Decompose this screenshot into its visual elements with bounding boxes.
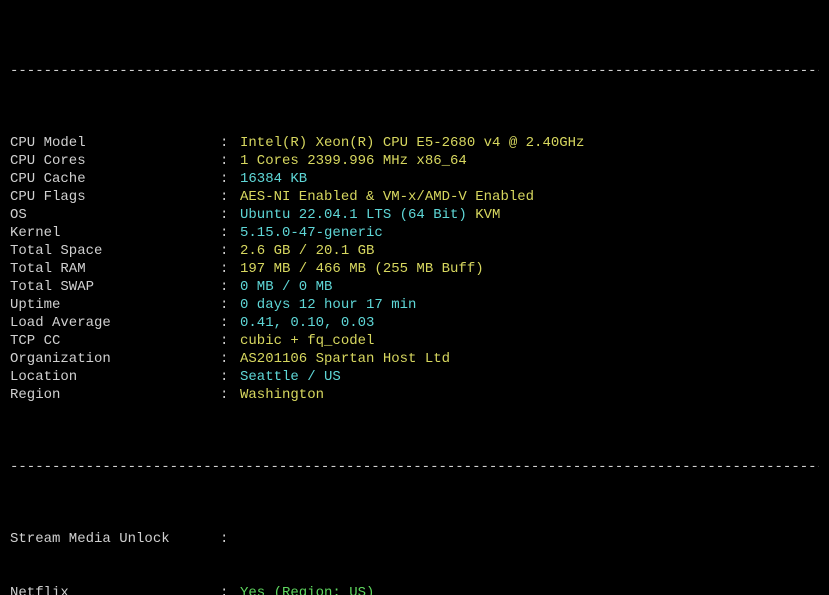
sysinfo-row: TCP CC: cubic + fq_codel [10,332,819,350]
sysinfo-label: Total RAM [10,260,220,278]
colon: : [220,314,240,332]
sysinfo-value: cubic + fq_codel [240,332,374,350]
colon: : [220,368,240,386]
sysinfo-row: Load Average: 0.41, 0.10, 0.03 [10,314,819,332]
sysinfo-row: Total Space: 2.6 GB / 20.1 GB [10,242,819,260]
colon: : [220,332,240,350]
sysinfo-row: Organization: AS201106 Spartan Host Ltd [10,350,819,368]
sysinfo-value-part: Ubuntu 22.04.1 LTS (64 Bit) [240,206,475,224]
sysinfo-value: 16384 KB [240,170,307,188]
colon: : [220,134,240,152]
sysinfo-row: Total SWAP: 0 MB / 0 MB [10,278,819,296]
sysinfo-value: 1 Cores 2399.996 MHz x86_64 [240,152,467,170]
sysinfo-label: Total Space [10,242,220,260]
colon: : [220,278,240,296]
sysinfo-value: Intel(R) Xeon(R) CPU E5-2680 v4 @ 2.40GH… [240,134,584,152]
sysinfo-label: Total SWAP [10,278,220,296]
sysinfo-row: CPU Cache: 16384 KB [10,170,819,188]
divider: ----------------------------------------… [10,458,819,476]
sysinfo-row: CPU Cores: 1 Cores 2399.996 MHz x86_64 [10,152,819,170]
stream-header-row: Stream Media Unlock: [10,530,819,548]
colon: : [220,584,240,595]
sysinfo-label: CPU Cores [10,152,220,170]
sysinfo-label: CPU Cache [10,170,220,188]
sysinfo-value: Washington [240,386,324,404]
sysinfo-value: AS201106 Spartan Host Ltd [240,350,450,368]
stream-label: Netflix [10,584,220,595]
sysinfo-value: 5.15.0-47-generic [240,224,383,242]
colon: : [220,386,240,404]
sysinfo-value: 0.41, 0.10, 0.03 [240,314,374,332]
sysinfo-label: CPU Model [10,134,220,152]
sysinfo-label: Region [10,386,220,404]
sysinfo-label: Kernel [10,224,220,242]
sysinfo-value: 197 MB / 466 MB (255 MB Buff) [240,260,484,278]
colon: : [220,206,240,224]
sysinfo-row: Region: Washington [10,386,819,404]
sysinfo-row: Uptime: 0 days 12 hour 17 min [10,296,819,314]
terminal-output: ----------------------------------------… [0,0,829,595]
sysinfo-value-part: KVM [475,206,500,224]
stream-value: Yes (Region: US) [240,584,374,595]
divider: ----------------------------------------… [10,62,819,80]
sysinfo-value: 2.6 GB / 20.1 GB [240,242,374,260]
colon: : [220,242,240,260]
sysinfo-value: AES-NI Enabled & VM-x/AMD-V Enabled [240,188,534,206]
stream-header-label: Stream Media Unlock [10,530,220,548]
sysinfo-label: CPU Flags [10,188,220,206]
colon: : [220,170,240,188]
colon: : [220,530,240,548]
colon: : [220,188,240,206]
sysinfo-label: Uptime [10,296,220,314]
sysinfo-label: OS [10,206,220,224]
colon: : [220,260,240,278]
sysinfo-label: Load Average [10,314,220,332]
sysinfo-value: 0 MB / 0 MB [240,278,332,296]
colon: : [220,350,240,368]
sysinfo-row: Location: Seattle / US [10,368,819,386]
sysinfo-label: Location [10,368,220,386]
sysinfo-value: 0 days 12 hour 17 min [240,296,416,314]
sysinfo-value: Seattle / US [240,368,341,386]
stream-row: Netflix: Yes (Region: US) [10,584,819,595]
colon: : [220,224,240,242]
sysinfo-label: Organization [10,350,220,368]
sysinfo-row: Total RAM: 197 MB / 466 MB (255 MB Buff) [10,260,819,278]
sysinfo-row: CPU Model: Intel(R) Xeon(R) CPU E5-2680 … [10,134,819,152]
sysinfo-label: TCP CC [10,332,220,350]
sysinfo-row: OS: Ubuntu 22.04.1 LTS (64 Bit) KVM [10,206,819,224]
colon: : [220,152,240,170]
sysinfo-row: Kernel: 5.15.0-47-generic [10,224,819,242]
sysinfo-row: CPU Flags: AES-NI Enabled & VM-x/AMD-V E… [10,188,819,206]
colon: : [220,296,240,314]
